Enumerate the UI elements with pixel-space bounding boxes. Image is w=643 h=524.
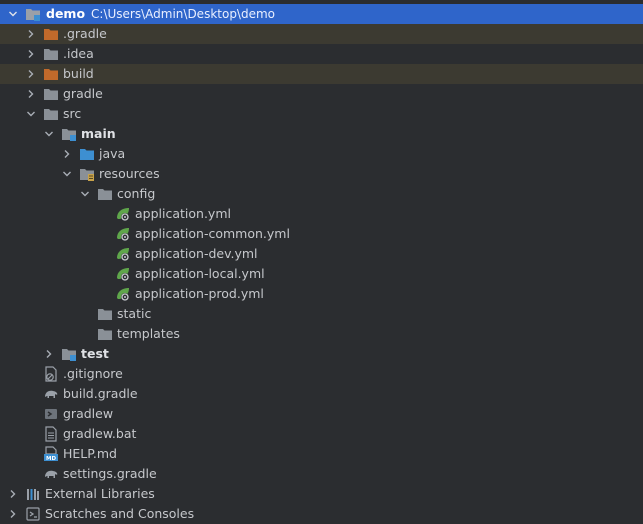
chevron-down-icon[interactable] — [44, 124, 54, 144]
chevron-right-icon[interactable] — [44, 344, 54, 364]
tree-item-label: HELP.md — [63, 446, 117, 461]
chevron-right-icon[interactable] — [26, 64, 36, 84]
spring-yaml-icon — [115, 246, 131, 262]
chevron-right-icon[interactable] — [8, 484, 18, 504]
chevron-down-icon[interactable] — [62, 164, 72, 184]
chevron-down-icon[interactable] — [80, 184, 90, 204]
tree-item-label: build — [63, 66, 94, 81]
chevron-right-icon[interactable] — [8, 504, 18, 524]
excluded-folder-icon — [43, 66, 59, 82]
tree-item-label: gradle — [63, 86, 103, 101]
module-folder-icon — [61, 346, 77, 362]
module-folder-icon — [25, 6, 41, 22]
tree-item-scratches[interactable]: Scratches and Consoles — [0, 504, 643, 524]
tree-item-label: settings.gradle — [63, 466, 157, 481]
project-path: C:\Users\Admin\Desktop\demo — [91, 7, 276, 21]
ignore-file-icon — [43, 366, 59, 382]
tree-item-java[interactable]: java — [0, 144, 643, 164]
tree-item-templates[interactable]: templates — [0, 324, 643, 344]
tree-item-label: Scratches and Consoles — [45, 506, 195, 521]
tree-item-label: application-local.yml — [135, 266, 265, 281]
chevron-down-icon[interactable] — [8, 4, 18, 24]
tree-item-label: java — [99, 146, 126, 161]
tree-item-application-prod-yml[interactable]: application-prod.yml — [0, 284, 643, 304]
spring-yaml-icon — [115, 266, 131, 282]
tree-item-external-libraries[interactable]: External Libraries — [0, 484, 643, 504]
tree-item-src[interactable]: src — [0, 104, 643, 124]
tree-item-settings-gradle[interactable]: settings.gradle — [0, 464, 643, 484]
tree-item-gradlew-bat[interactable]: gradlew.bat — [0, 424, 643, 444]
tree-item-label: gradlew.bat — [63, 426, 137, 441]
tree-item-label: gradlew — [63, 406, 114, 421]
tree-item-label: application.yml — [135, 206, 231, 221]
tree-item-application-dev-yml[interactable]: application-dev.yml — [0, 244, 643, 264]
folder-icon — [43, 106, 59, 122]
tree-item-resources[interactable]: resources — [0, 164, 643, 184]
tree-item-static[interactable]: static — [0, 304, 643, 324]
tree-item-label: test — [81, 346, 109, 361]
module-folder-icon — [61, 126, 77, 142]
gradle-elephant-icon — [43, 386, 59, 402]
tree-item-gradle[interactable]: gradle — [0, 84, 643, 104]
tree-item-build[interactable]: build — [0, 64, 643, 84]
spring-yaml-icon — [115, 206, 131, 222]
tree-item-help-md[interactable]: MD HELP.md — [0, 444, 643, 464]
chevron-right-icon[interactable] — [26, 84, 36, 104]
folder-icon — [97, 306, 113, 322]
libraries-icon — [25, 486, 41, 502]
source-folder-icon — [79, 146, 95, 162]
chevron-right-icon[interactable] — [26, 24, 36, 44]
scratches-icon — [25, 506, 41, 522]
tree-item-label: .idea — [63, 46, 94, 61]
tree-item-label: src — [63, 106, 82, 121]
tree-item-label: application-dev.yml — [135, 246, 258, 261]
resources-folder-icon — [79, 166, 95, 182]
tree-item-test[interactable]: test — [0, 344, 643, 364]
excluded-folder-icon — [43, 26, 59, 42]
chevron-right-icon[interactable] — [62, 144, 72, 164]
tree-item-label: application-common.yml — [135, 226, 290, 241]
tree-item-label: External Libraries — [45, 486, 155, 501]
tree-item-demo[interactable]: demo C:\Users\Admin\Desktop\demo — [0, 4, 643, 24]
tree-item-label: resources — [99, 166, 160, 181]
tree-item-gradlew[interactable]: gradlew — [0, 404, 643, 424]
markdown-file-icon: MD — [43, 446, 59, 462]
tree-item-main[interactable]: main — [0, 124, 643, 144]
tree-item-build-gradle[interactable]: build.gradle — [0, 384, 643, 404]
tree-item-label: templates — [117, 326, 180, 341]
tree-item-label: .gradle — [63, 26, 107, 41]
tree-item-application-yml[interactable]: application.yml — [0, 204, 643, 224]
tree-item-application-local-yml[interactable]: application-local.yml — [0, 264, 643, 284]
folder-icon — [43, 86, 59, 102]
tree-item-application-common-yml[interactable]: application-common.yml — [0, 224, 643, 244]
gradle-elephant-icon — [43, 466, 59, 482]
tree-item-label: application-prod.yml — [135, 286, 264, 301]
project-tree: demo C:\Users\Admin\Desktop\demo .gradle … — [0, 0, 643, 522]
spring-yaml-icon — [115, 226, 131, 242]
folder-icon — [97, 326, 113, 342]
shell-script-icon — [43, 406, 59, 422]
tree-item-label: build.gradle — [63, 386, 138, 401]
chevron-right-icon[interactable] — [26, 44, 36, 64]
project-name: demo — [46, 6, 86, 21]
tree-item-label: config — [117, 186, 156, 201]
tree-item-idea[interactable]: .idea — [0, 44, 643, 64]
chevron-down-icon[interactable] — [26, 104, 36, 124]
tree-item-label: main — [81, 126, 116, 141]
tree-item-label: .gitignore — [63, 366, 123, 381]
folder-icon — [97, 186, 113, 202]
folder-icon — [43, 46, 59, 62]
svg-text:MD: MD — [46, 456, 56, 462]
tree-item-label: static — [117, 306, 152, 321]
text-file-icon — [43, 426, 59, 442]
tree-item-gradle-hidden[interactable]: .gradle — [0, 24, 643, 44]
tree-item-config[interactable]: config — [0, 184, 643, 204]
tree-item-label: demo C:\Users\Admin\Desktop\demo — [46, 4, 275, 24]
spring-yaml-icon — [115, 286, 131, 302]
tree-item-gitignore[interactable]: .gitignore — [0, 364, 643, 384]
